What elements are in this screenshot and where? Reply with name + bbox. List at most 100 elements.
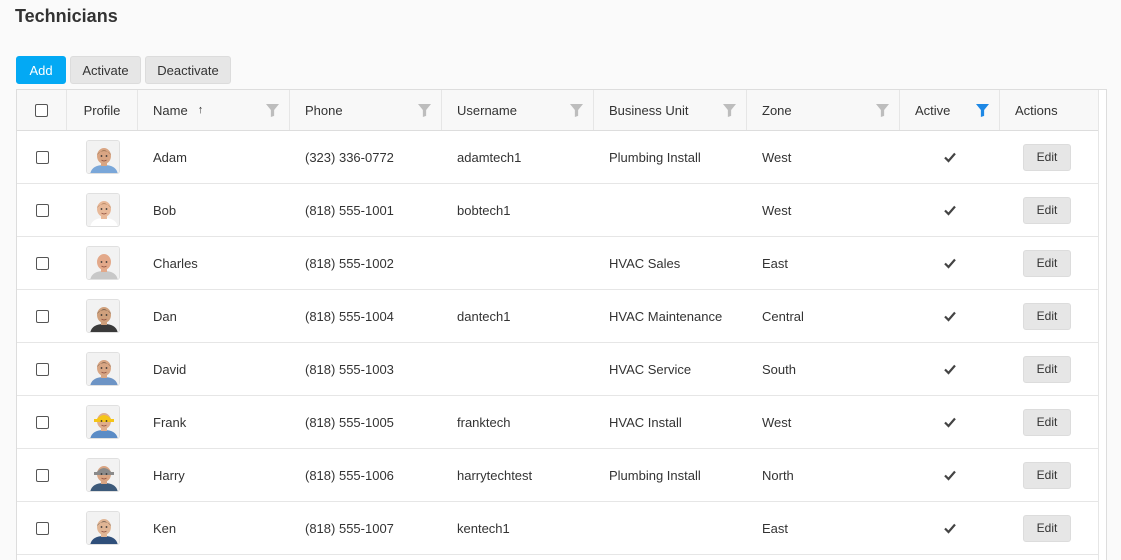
filter-icon[interactable] (266, 104, 279, 117)
column-header-name-label: Name (153, 102, 188, 118)
name-cell: Adam (153, 149, 187, 165)
zone-cell: South (762, 361, 796, 377)
checkmark-icon (944, 470, 956, 481)
row-checkbox[interactable] (35, 150, 49, 164)
table-row[interactable]: Bob (818) 555-1001 bobtech1 West Edit (17, 184, 1099, 237)
technicians-page: Technicians Add Activate Deactivate Prof… (0, 0, 1121, 560)
edit-button[interactable]: Edit (1023, 408, 1071, 436)
table-row[interactable]: Charles (818) 555-1002 HVAC Sales East E… (17, 237, 1099, 290)
column-header-profile: Profile (67, 90, 138, 130)
filter-icon[interactable] (876, 104, 889, 117)
avatar (85, 405, 120, 439)
table-row[interactable]: Dan (818) 555-1004 dantech1 HVAC Mainten… (17, 290, 1099, 343)
name-cell: Charles (153, 255, 198, 271)
row-checkbox[interactable] (35, 203, 49, 217)
row-checkbox[interactable] (35, 468, 49, 482)
zone-cell: East (762, 255, 789, 271)
column-header-username-label: Username (457, 102, 517, 118)
edit-button[interactable]: Edit (1023, 461, 1071, 489)
actions-cell: Edit (1000, 396, 1099, 448)
profile-cell (67, 184, 138, 236)
business-unit-cell: HVAC Maintenance (609, 308, 723, 324)
grid-header: Profile Name ↑ Phone Username Business U… (17, 90, 1099, 131)
row-select-cell (17, 449, 67, 501)
active-cell (900, 396, 1000, 448)
column-header-name[interactable]: Name ↑ (138, 90, 290, 130)
actions-cell: Edit (1000, 131, 1099, 183)
business-unit-cell (594, 184, 747, 236)
row-checkbox[interactable] (35, 256, 49, 270)
row-checkbox[interactable] (35, 415, 49, 429)
row-checkbox[interactable] (35, 362, 49, 376)
actions-cell: Edit (1000, 449, 1099, 501)
active-cell (900, 290, 1000, 342)
name-cell: Bob (153, 202, 177, 218)
row-select-cell (17, 237, 67, 289)
table-row[interactable]: Ken (818) 555-1007 kentech1 East Edit (17, 502, 1099, 555)
column-header-active[interactable]: Active (900, 90, 1000, 130)
zone-cell: West (762, 202, 792, 218)
name-cell: Frank (153, 414, 187, 430)
zone-cell: West (762, 149, 792, 165)
actions-cell: Edit (1000, 290, 1099, 342)
phone-cell: (818) 555-1006 (305, 467, 394, 483)
checkmark-icon (944, 258, 956, 269)
row-checkbox[interactable] (35, 521, 49, 535)
checkmark-icon (944, 311, 956, 322)
avatar (85, 458, 120, 492)
select-all-checkbox[interactable] (35, 103, 48, 117)
edit-button[interactable]: Edit (1023, 249, 1071, 277)
column-header-phone[interactable]: Phone (290, 90, 442, 130)
sort-ascending-icon: ↑ (197, 104, 204, 116)
username-cell: harrytechtest (457, 467, 533, 483)
table-row[interactable]: Harry (818) 555-1006 harrytechtest Plumb… (17, 449, 1099, 502)
column-header-username[interactable]: Username (442, 90, 594, 130)
edit-button[interactable]: Edit (1023, 196, 1071, 224)
deactivate-button[interactable]: Deactivate (145, 56, 231, 84)
username-cell: franktech (457, 414, 511, 430)
row-checkbox[interactable] (35, 309, 49, 323)
grid-scrollbar[interactable] (1098, 90, 1106, 560)
table-row[interactable]: Frank (818) 555-1005 franktech HVAC Inst… (17, 396, 1099, 449)
edit-button[interactable]: Edit (1023, 514, 1071, 542)
edit-button[interactable]: Edit (1023, 302, 1071, 330)
filter-icon[interactable] (418, 104, 431, 117)
edit-button[interactable]: Edit (1023, 143, 1071, 171)
active-cell (900, 449, 1000, 501)
business-unit-cell: HVAC Install (609, 414, 682, 430)
activate-button[interactable]: Activate (70, 56, 141, 84)
phone-cell: (818) 555-1007 (305, 520, 394, 536)
zone-cell: North (762, 467, 794, 483)
table-row[interactable]: Adam (323) 336-0772 adamtech1 Plumbing I… (17, 131, 1099, 184)
username-cell: kentech1 (457, 520, 510, 536)
zone-cell: West (762, 414, 792, 430)
row-select-cell (17, 131, 67, 183)
username-cell (442, 237, 594, 289)
row-select-cell (17, 184, 67, 236)
actions-cell: Edit (1000, 502, 1099, 554)
row-select-cell (17, 396, 67, 448)
column-header-zone[interactable]: Zone (747, 90, 900, 130)
filter-icon[interactable] (723, 104, 736, 117)
active-filter-icon[interactable] (976, 104, 989, 117)
checkmark-icon (944, 205, 956, 216)
column-header-business-unit[interactable]: Business Unit (594, 90, 747, 130)
column-header-business-unit-label: Business Unit (609, 102, 689, 118)
business-unit-cell (594, 502, 747, 554)
edit-button[interactable]: Edit (1023, 355, 1071, 383)
add-button[interactable]: Add (16, 56, 66, 84)
name-cell: Dan (153, 308, 177, 324)
checkmark-icon (944, 523, 956, 534)
profile-cell (67, 449, 138, 501)
page-title: Technicians (15, 6, 118, 26)
actions-cell: Edit (1000, 237, 1099, 289)
profile-cell (67, 502, 138, 554)
profile-cell (67, 237, 138, 289)
active-cell (900, 184, 1000, 236)
filter-icon[interactable] (570, 104, 583, 117)
toolbar: Add Activate Deactivate (16, 56, 231, 84)
avatar (85, 511, 120, 545)
column-header-actions-label: Actions (1015, 102, 1058, 118)
business-unit-cell: Plumbing Install (609, 149, 701, 165)
table-row[interactable]: David (818) 555-1003 HVAC Service South … (17, 343, 1099, 396)
